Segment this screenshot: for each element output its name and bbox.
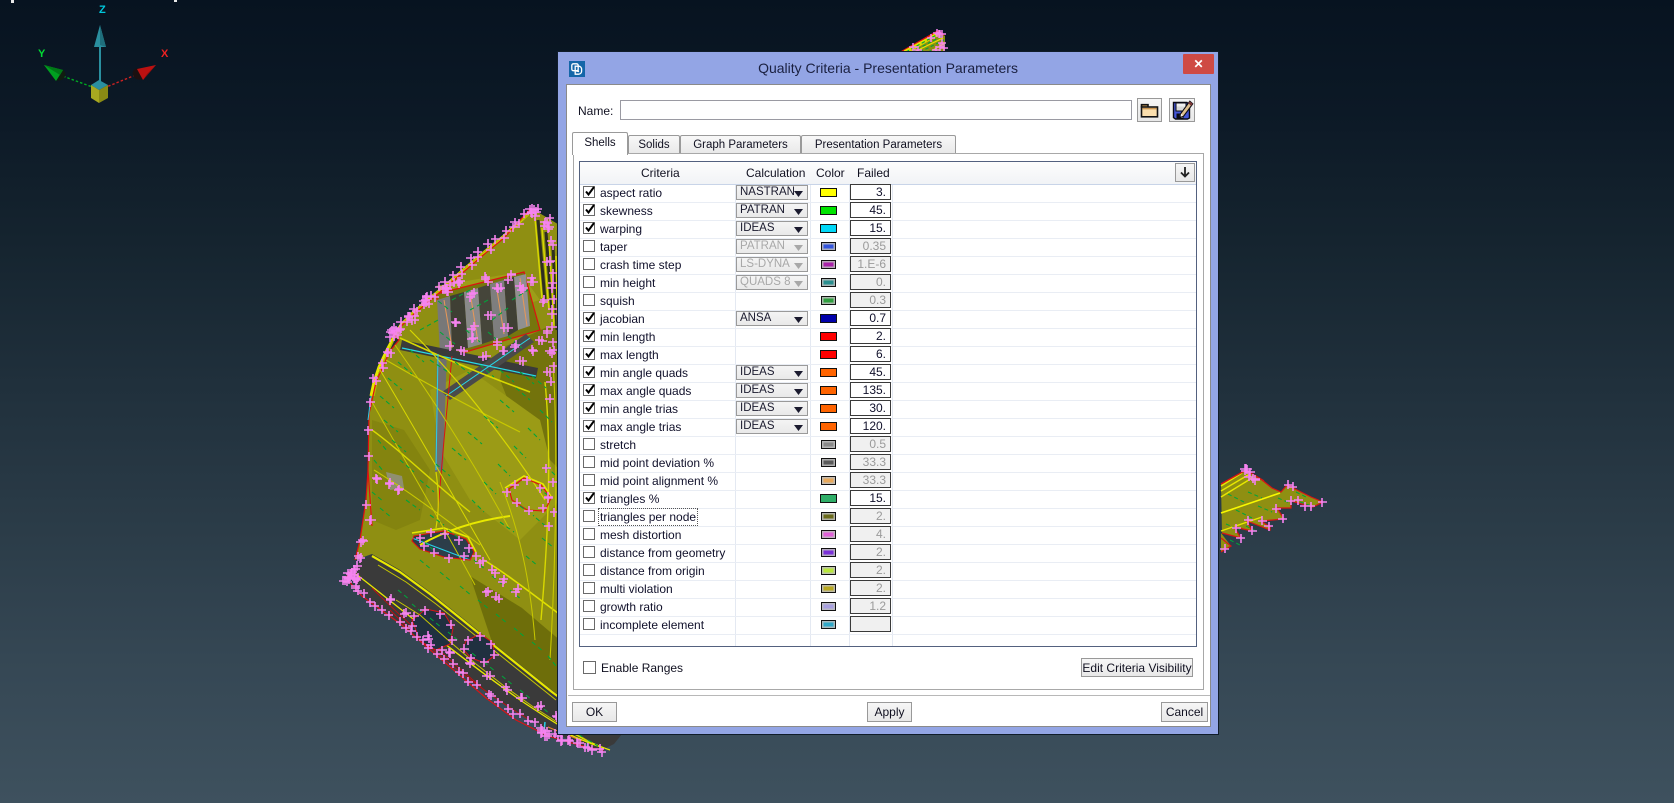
svg-text:X: X: [161, 48, 169, 60]
svg-text:Y: Y: [38, 48, 46, 60]
svg-text:Z: Z: [99, 4, 106, 16]
